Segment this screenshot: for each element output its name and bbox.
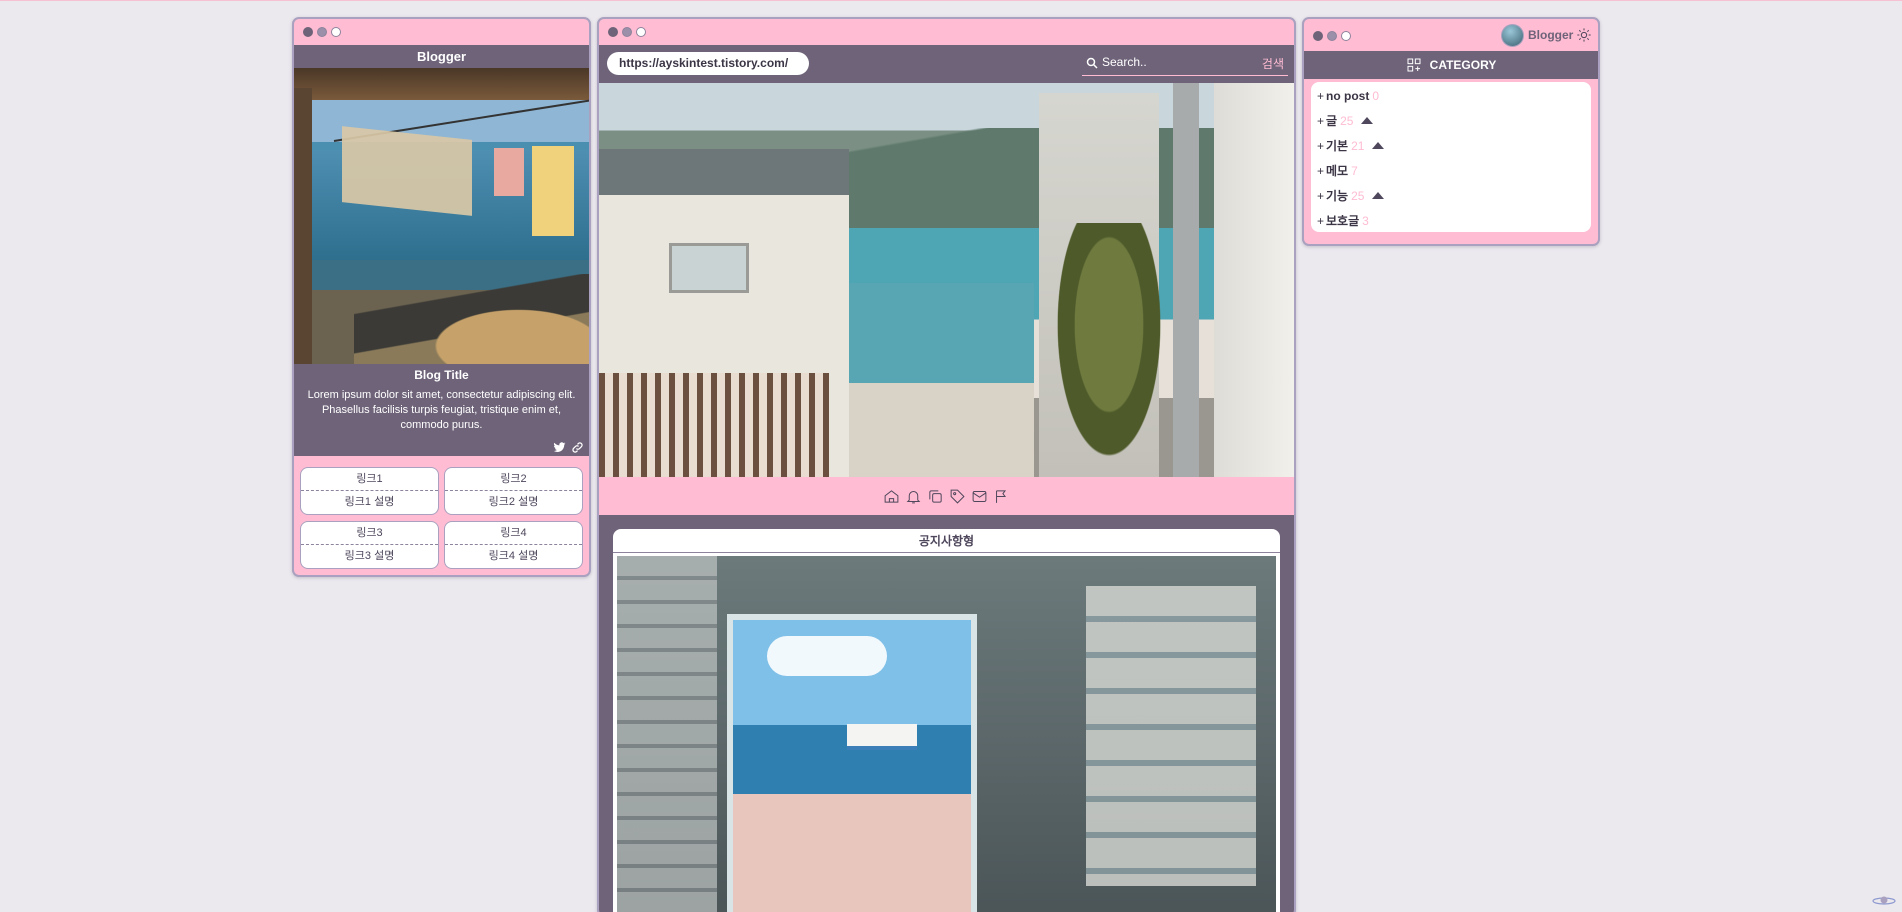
link-icon[interactable] [571,441,584,459]
category-header: CATEGORY [1304,51,1598,79]
link-card-1[interactable]: 링크1 링크1 설명 [300,467,439,515]
category-item-memo[interactable]: + 메모 7 [1317,159,1591,184]
link-card-3[interactable]: 링크3 링크3 설명 [300,521,439,569]
avatar[interactable] [1501,24,1524,47]
collapse-up-icon[interactable] [1372,142,1385,149]
copy-icon[interactable] [927,488,944,505]
category-item-protected[interactable]: + 보호글 3 [1317,209,1591,234]
window-controls [1313,31,1351,41]
link-description: 링크3 설명 [344,550,395,562]
link-title: 링크3 [301,522,438,545]
window-maximize-button[interactable] [636,27,646,37]
mail-icon[interactable] [971,488,988,505]
expand-plus: + [1317,164,1325,178]
link-grid: 링크1 링크1 설명 링크2 링크2 설명 링크3 링크3 설명 링크4 링크4… [300,467,583,569]
expand-plus: + [1317,89,1325,103]
nav-icon-row [599,477,1294,515]
window-minimize-button[interactable] [1327,31,1337,41]
expand-plus: + [1317,214,1325,228]
post-area: 공지사항형 [599,515,1294,912]
category-item-gineung[interactable]: + 기능 25 [1317,184,1591,209]
main-titlebar [599,19,1294,45]
profile-window: Blogger Blog Title Lorem ipsum dolor sit… [292,17,591,577]
address-bar: https://ayskintest.tistory.com/ 검색 [599,45,1294,83]
expand-plus: + [1317,114,1325,128]
bell-icon[interactable] [905,488,922,505]
social-links [553,441,584,459]
window-close-button[interactable] [608,27,618,37]
window-maximize-button[interactable] [1341,31,1351,41]
link-description: 링크1 설명 [344,496,395,508]
category-name: 기본 [1326,139,1349,153]
search-input[interactable] [1102,55,1242,69]
link-description: 링크4 설명 [488,550,539,562]
search-button[interactable]: 검색 [1262,55,1284,72]
blogger-header: Blogger [294,45,589,68]
flag-icon[interactable] [993,488,1010,505]
category-count: 21 [1351,139,1365,153]
window-minimize-button[interactable] [317,27,327,37]
window-close-button[interactable] [1313,31,1323,41]
collapse-up-icon[interactable] [1372,192,1385,199]
category-item-geul[interactable]: + 글 25 [1317,109,1591,134]
category-name: 글 [1326,114,1338,128]
cover-photo [599,83,1294,477]
collapse-up-icon[interactable] [1361,117,1374,124]
category-item-no-post[interactable]: + no post 0 [1317,84,1591,109]
tag-icon[interactable] [949,488,966,505]
blog-description: Lorem ipsum dolor sit amet, consectetur … [307,389,576,431]
category-list: + no post 0 + 글 25 + 기본 21 + 메모 7 + 기능 25 + 보호글 3 [1311,82,1591,232]
sun-icon [1577,28,1591,42]
account-name[interactable]: Blogger [1528,28,1573,42]
category-name: 기능 [1326,189,1349,203]
window-close-button[interactable] [303,27,313,37]
link-title: 링크2 [445,468,582,491]
category-count: 25 [1351,189,1365,203]
notice-photo [617,556,1276,912]
category-count: 0 [1372,89,1380,103]
theme-toggle-button[interactable] [1576,27,1592,43]
link-card-4[interactable]: 링크4 링크4 설명 [444,521,583,569]
category-name: no post [1326,89,1370,103]
main-window: https://ayskintest.tistory.com/ 검색 공지사항형 [597,17,1296,912]
twitter-icon[interactable] [553,441,566,459]
notice-title: 공지사항형 [613,529,1280,553]
window-maximize-button[interactable] [331,27,341,37]
window-controls [608,27,646,37]
home-icon[interactable] [883,488,900,505]
category-window: Blogger CATEGORY + no post 0 + 글 25 + 기본 21 + 메… [1302,17,1600,246]
link-card-2[interactable]: 링크2 링크2 설명 [444,467,583,515]
link-description: 링크2 설명 [488,496,539,508]
category-header-label: CATEGORY [1429,58,1497,72]
blog-info: Blog Title Lorem ipsum dolor sit amet, c… [294,364,589,456]
link-title: 링크4 [445,522,582,545]
category-item-gibon[interactable]: + 기본 21 [1317,134,1591,159]
category-grid-icon [1407,58,1421,72]
category-titlebar: Blogger [1304,19,1598,51]
profile-photo [294,68,589,364]
notice-card[interactable]: 공지사항형 [613,529,1280,912]
category-count: 25 [1340,114,1354,128]
planet-icon [1872,896,1896,905]
link-title: 링크1 [301,468,438,491]
search-box: 검색 [1082,52,1288,76]
window-minimize-button[interactable] [622,27,632,37]
profile-titlebar [294,19,589,45]
url-display[interactable]: https://ayskintest.tistory.com/ [607,52,809,75]
category-name: 메모 [1326,164,1349,178]
blog-title: Blog Title [414,368,469,382]
category-name: 보호글 [1326,214,1360,228]
category-count: 3 [1362,214,1369,228]
search-icon [1086,57,1098,69]
expand-plus: + [1317,189,1325,203]
category-count: 7 [1351,164,1358,178]
expand-plus: + [1317,139,1325,153]
window-controls [303,27,341,37]
